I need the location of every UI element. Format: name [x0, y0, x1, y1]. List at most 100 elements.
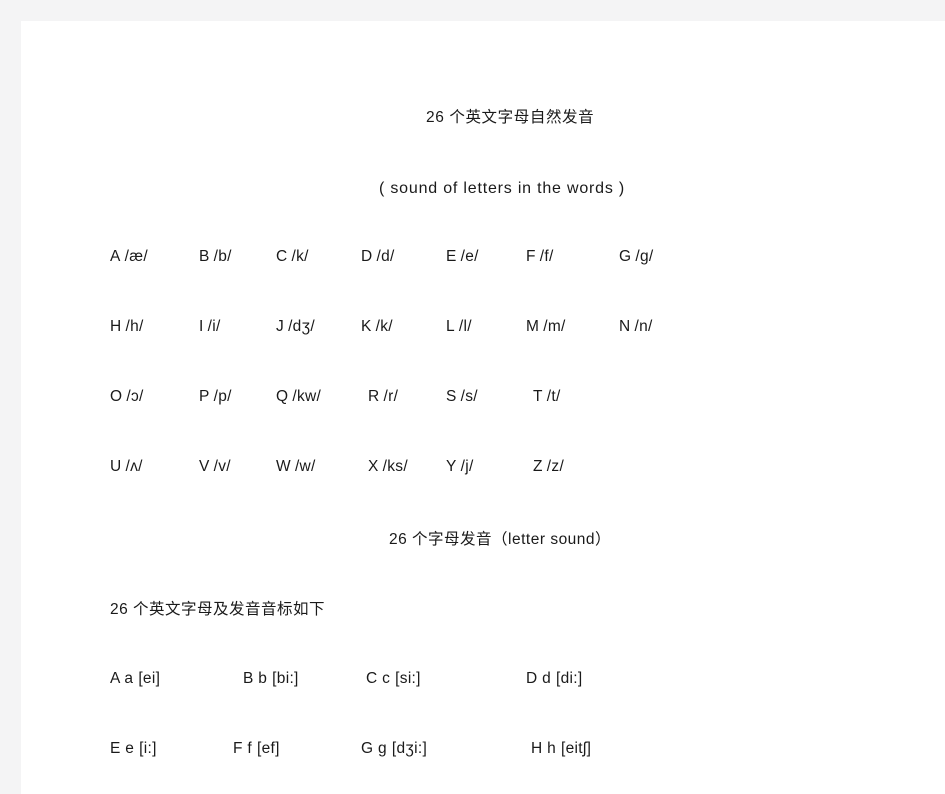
phonics-entry-z: Z/z/	[533, 458, 564, 476]
phonics-entry-f: F/f/	[526, 248, 554, 266]
phonics-entry-g: G/g/	[619, 248, 654, 266]
alphabet-letter-pair: A a	[110, 670, 134, 687]
phonics-letter: A	[110, 248, 121, 265]
phonics-letter: F	[526, 248, 536, 265]
phonics-sound: /j/	[460, 458, 474, 475]
phonics-sound: /t/	[546, 388, 561, 405]
phonics-entry-p: P/p/	[199, 388, 232, 406]
phonics-sound: /dʒ/	[288, 318, 315, 335]
page-title: 26 个英文字母自然发音	[426, 109, 595, 126]
phonics-entry-r: R/r/	[368, 388, 398, 406]
phonics-letter: U	[110, 458, 122, 475]
phonics-sound: /p/	[213, 388, 232, 405]
letter-sound-heading: 26 个字母发音（letter sound）	[389, 531, 612, 548]
phonics-sound: /i/	[207, 318, 221, 335]
phonics-sound: /n/	[634, 318, 653, 335]
phonics-sound: /s/	[460, 388, 478, 405]
alphabet-ipa-transcription: [dʒi:]	[391, 740, 428, 757]
alphabet-ipa-entry-e: E e [i:]	[110, 740, 157, 758]
page-subtitle: ( sound of letters in the words )	[379, 180, 626, 197]
phonics-entry-l: L/l/	[446, 318, 472, 336]
phonics-sound: /kw/	[292, 388, 322, 405]
phonics-letter: I	[199, 318, 204, 335]
phonics-letter: B	[199, 248, 210, 265]
phonics-entry-a: A/æ/	[110, 248, 148, 266]
phonics-letter: K	[361, 318, 372, 335]
alphabet-letter-pair: G g	[361, 740, 387, 757]
alphabet-ipa-entry-h: H h [eitʃ]	[531, 740, 591, 758]
phonics-row: U/ʌ/V/v/W/w/X/ks/Y/j/Z/z/	[21, 458, 945, 482]
alphabet-ipa-row: E e [i:] F f [ef] G g [dʒi:] H h [eitʃ]	[21, 740, 945, 764]
phonics-sound: /z/	[546, 458, 565, 475]
phonics-letter: E	[446, 248, 457, 265]
phonics-entry-i: I/i/	[199, 318, 221, 336]
phonics-entry-b: B/b/	[199, 248, 232, 266]
phonics-sound: /ʌ/	[125, 458, 143, 475]
alphabet-ipa-transcription: [i:]	[139, 740, 157, 757]
phonics-row: O/ɔ/P/p/Q/kw/R/r/S/s/T/t/	[21, 388, 945, 412]
phonics-sound: /ɔ/	[126, 388, 144, 405]
alphabet-ipa-entry-a: A a [ei]	[110, 670, 160, 688]
phonics-letter: T	[533, 388, 543, 405]
phonics-entry-c: C/k/	[276, 248, 309, 266]
phonics-letter: R	[368, 388, 380, 405]
phonics-entry-e: E/e/	[446, 248, 479, 266]
phonics-sound: /r/	[383, 388, 399, 405]
phonics-sound: /v/	[213, 458, 231, 475]
alphabet-ipa-entry-c: C c [si:]	[366, 670, 421, 688]
phonics-letter: M	[526, 318, 540, 335]
phonics-letter: Y	[446, 458, 457, 475]
phonics-entry-o: O/ɔ/	[110, 388, 144, 406]
alphabet-letter-pair: H h	[531, 740, 557, 757]
document-body: 26 个英文字母自然发音 ( sound of letters in the w…	[21, 21, 945, 794]
phonics-letter: Q	[276, 388, 289, 405]
phonics-entry-d: D/d/	[361, 248, 395, 266]
phonics-letter: N	[619, 318, 631, 335]
phonics-letter: G	[619, 248, 632, 265]
phonics-letter: O	[110, 388, 123, 405]
phonics-entry-y: Y/j/	[446, 458, 474, 476]
alphabet-ipa-transcription: [di:]	[556, 670, 583, 687]
phonics-sound: /k/	[375, 318, 393, 335]
phonics-entry-v: V/v/	[199, 458, 231, 476]
phonics-entry-h: H/h/	[110, 318, 144, 336]
phonics-sound: /l/	[458, 318, 472, 335]
alphabet-ipa-transcription: [ef]	[256, 740, 280, 757]
phonics-row: A/æ/B/b/C/k/D/d/E/e/F/f/G/g/	[21, 248, 945, 272]
alphabet-ipa-transcription: [bi:]	[272, 670, 299, 687]
phonics-sound: /ks/	[382, 458, 408, 475]
alphabet-letter-pair: C c	[366, 670, 391, 687]
phonics-letter: C	[276, 248, 288, 265]
alphabet-ipa-entry-b: B b [bi:]	[243, 670, 299, 688]
phonics-sound: /d/	[376, 248, 395, 265]
phonics-entry-s: S/s/	[446, 388, 478, 406]
phonics-sound: /m/	[543, 318, 566, 335]
alphabet-ipa-entry-f: F f [ef]	[233, 740, 280, 758]
phonics-letter: D	[361, 248, 373, 265]
phonics-sound: /f/	[539, 248, 554, 265]
phonics-sound: /h/	[125, 318, 144, 335]
phonics-sound: /g/	[635, 248, 654, 265]
phonics-row: H/h/I/i/J/dʒ/K/k/L/l/M/m/N/n/	[21, 318, 945, 342]
phonics-entry-t: T/t/	[533, 388, 561, 406]
alphabet-letter-pair: B b	[243, 670, 268, 687]
alphabet-ipa-row: A a [ei] B b [bi:] C c [si:] D d [di:]	[21, 670, 945, 694]
document-page: 26 个英文字母自然发音 ( sound of letters in the w…	[21, 21, 945, 794]
phonics-letter: J	[276, 318, 285, 335]
phonics-entry-n: N/n/	[619, 318, 653, 336]
alphabet-ipa-transcription: [eitʃ]	[561, 740, 592, 757]
alphabet-ipa-transcription: [ei]	[138, 670, 161, 687]
phonics-sound: /æ/	[124, 248, 148, 265]
phonics-sound: /k/	[291, 248, 309, 265]
phonics-entry-m: M/m/	[526, 318, 566, 336]
phonics-sound: /e/	[460, 248, 479, 265]
phonics-letter: W	[276, 458, 291, 475]
alphabet-ipa-heading: 26 个英文字母及发音音标如下	[110, 601, 326, 618]
phonics-letter: S	[446, 388, 457, 405]
phonics-letter: P	[199, 388, 210, 405]
phonics-entry-k: K/k/	[361, 318, 393, 336]
alphabet-letter-pair: D d	[526, 670, 552, 687]
phonics-entry-q: Q/kw/	[276, 388, 321, 406]
phonics-letter: Z	[533, 458, 543, 475]
alphabet-ipa-transcription: [si:]	[395, 670, 421, 687]
